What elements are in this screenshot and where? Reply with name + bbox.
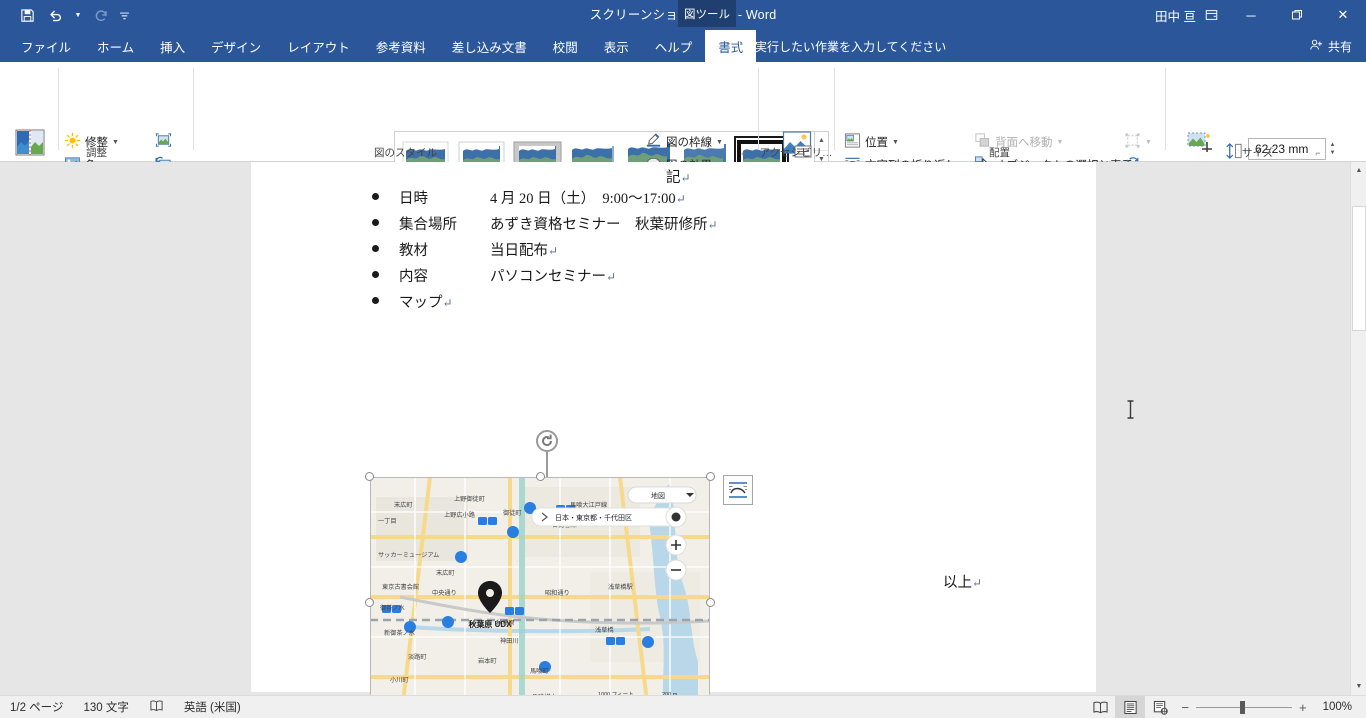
tab-references[interactable]: 参考資料 [363,30,439,62]
tab-design[interactable]: デザイン [198,30,274,62]
rotation-stem [546,451,548,477]
selection-border [370,477,710,718]
tab-layout[interactable]: レイアウト [274,30,363,62]
resize-handle-ne[interactable] [706,472,715,481]
word-count[interactable]: 130 文字 [73,696,138,718]
ribbon-tab-strip: ファイル ホーム 挿入 デザイン レイアウト 参考資料 差し込み文書 校閲 表示… [0,30,1366,62]
doc-item-term-4: マップ↵ [399,295,453,311]
redo-icon [88,3,114,27]
share-person-icon [1309,38,1323,55]
ribbon-group-size: トリミング ▼ 62.23 mm ▲▼ 83.86 mm ▲▼ サイズ ⌐ [1165,62,1350,199]
restore-button[interactable] [1274,0,1320,30]
customize-qat-icon[interactable] [116,3,132,27]
word-window: スクリーンショット.docx - Word ▼ 図ツール 田中 亘 ─ ✕ ファ… [0,0,1366,718]
title-bar: スクリーンショット.docx - Word ▼ 図ツール 田中 亘 ─ ✕ [0,0,1366,30]
proofing-status[interactable] [139,696,174,718]
tab-view[interactable]: 表示 [591,30,642,62]
status-bar: 1/2 ページ 130 文字 英語 (米国) − + 100% [0,695,1366,718]
zoom-out-button[interactable]: − [1181,700,1189,715]
tab-insert[interactable]: 挿入 [147,30,198,62]
layout-options-button[interactable] [723,475,753,505]
zoom-in-button[interactable]: + [1299,700,1307,715]
doc-item-detail-2: 当日配布↵ [490,243,559,259]
doc-item-detail-3: パソコンセミナー↵ [490,269,617,285]
view-read-mode-button[interactable] [1085,696,1115,718]
scroll-down-button[interactable]: ▼ [1351,678,1366,695]
list-bullet [372,193,379,200]
quick-access-toolbar: ▼ [14,0,132,30]
chevron-down-icon[interactable]: ▼ [716,139,723,146]
contextual-tab-label: 図ツール [678,0,736,27]
list-bullet [372,297,379,304]
share-label: 共有 [1327,39,1352,54]
vertical-scrollbar[interactable]: ▲ ▼ [1350,162,1366,695]
ribbon-group-adjust: 背景の 削除 修整 ▼ 色 ▼ [0,62,193,195]
resize-handle-nw[interactable] [365,472,374,481]
scroll-up-button[interactable]: ▲ [1351,162,1366,179]
rotate-handle[interactable] [536,430,558,452]
zoom-thumb[interactable] [1239,700,1245,714]
resize-handle-n[interactable] [536,472,545,481]
share-button[interactable]: 共有 [1309,30,1352,62]
undo-icon[interactable] [42,3,68,27]
tab-file[interactable]: ファイル [8,30,84,62]
close-button[interactable]: ✕ [1320,0,1366,30]
document-canvas[interactable]: 記↵ 日時 4 月 20 日（土） 9:00〜17:00↵ 集合場所 あずき資格… [0,162,1366,718]
tell-me-placeholder: 実行したい作業を入力してください [755,39,947,54]
text-cursor [1126,400,1135,419]
undo-dropdown-icon[interactable]: ▼ [70,3,86,27]
group-label-picture-styles: 図のスタイル [374,147,437,159]
ribbon-tabs: ファイル ホーム 挿入 デザイン レイアウト 参考資料 差し込み文書 校閲 表示… [8,30,757,62]
ribbon-group-accessibility: 代替テ キスト アクセシビリ… [758,62,834,191]
picture-border-button[interactable]: 図の枠線 ▼ [645,132,723,152]
picture-border-label: 図の枠線 [666,137,712,149]
language-indicator[interactable]: 英語 (米国) [174,696,251,718]
doc-item-detail-0: 4 月 20 日（土） 9:00〜17:00↵ [490,191,686,207]
tab-help[interactable]: ヘルプ [642,30,706,62]
zoom-track[interactable] [1195,700,1292,714]
size-dialog-launcher[interactable]: ⌐ [1312,147,1324,159]
tab-review[interactable]: 校閲 [540,30,591,62]
picture-border-icon [645,132,662,152]
ribbon-display-options-icon[interactable] [1196,0,1226,30]
selected-picture[interactable]: 秋葉原 UDX 上野御徒町 上野広小路 御徒町 新御徒町 一丁目 末広町 末広町… [365,430,715,718]
tab-mailings[interactable]: 差し込み文書 [439,30,540,62]
doc-heading: 記↵ [666,170,691,186]
account-label: 田中 亘 [1155,9,1196,24]
doc-item-term-0: 日時 [399,191,428,207]
ribbon: 背景の 削除 修整 ▼ 色 ▼ [0,62,1366,216]
doc-item-term-3: 内容 [399,269,428,285]
ribbon-group-arrange: 位置 ▼ 文字列の折り返し ▼ 前面へ移動 ▼ [834,62,1165,195]
group-label-adjust: 調整 [86,147,107,159]
list-bullet [372,245,379,252]
minimize-button[interactable]: ─ [1228,0,1274,30]
zoom-slider[interactable]: − + [1175,700,1312,715]
doc-item-detail-1: あずき資格セミナー 秋葉研修所↵ [490,217,718,233]
page-indicator[interactable]: 1/2 ページ [0,696,73,718]
view-print-layout-button[interactable] [1115,695,1146,718]
proofing-icon [149,699,164,716]
doc-item-term-1: 集合場所 [399,217,457,233]
doc-item-term-2: 教材 [399,243,428,259]
lightbulb-icon [736,38,749,55]
tell-me-search[interactable]: 実行したい作業を入力してください [736,30,946,62]
account-name[interactable]: 田中 亘 [1155,0,1196,30]
list-bullet [372,271,379,278]
view-web-layout-button[interactable] [1145,696,1175,718]
group-label-accessibility: アクセシビリ… [759,147,833,159]
ribbon-group-picture-styles: ▲ ▼ ▬▾ 図の枠線 ▼ 図の効果 ▼ [193,62,829,195]
zoom-level[interactable]: 100% [1313,696,1366,718]
list-bullet [372,219,379,226]
group-label-arrange: 配置 [989,147,1010,159]
window-controls: ─ ✕ [1228,0,1366,30]
save-icon[interactable] [14,3,40,27]
doc-closing: 以上↵ [943,575,983,591]
scrollbar-thumb[interactable] [1352,206,1366,331]
resize-handle-w[interactable] [365,598,374,607]
resize-handle-e[interactable] [706,598,715,607]
picture-styles-dialog-launcher[interactable]: ⌐ [738,147,750,159]
tab-home[interactable]: ホーム [84,30,147,62]
